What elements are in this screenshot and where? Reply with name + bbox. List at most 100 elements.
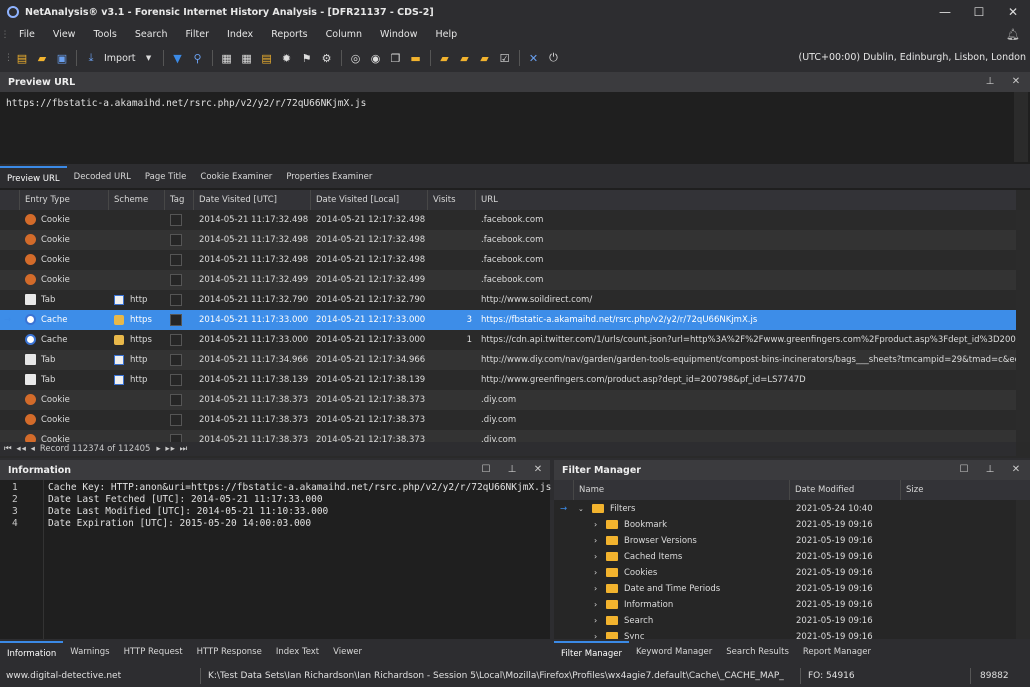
folder-edit-icon[interactable]: ▰ — [477, 50, 493, 66]
status-website[interactable]: www.digital-detective.net — [6, 665, 121, 687]
search-icon[interactable]: ⚲ — [190, 50, 206, 66]
table-row[interactable]: Tab http 2014-05-21 11:17:34.966 2014-05-21… — [0, 350, 1016, 370]
globe-icon[interactable]: ◎ — [348, 50, 364, 66]
table-row[interactable]: Tab http 2014-05-21 11:17:38.139 2014-05-21… — [0, 370, 1016, 390]
filter-tree-item[interactable]: › Browser Versions 2021-05-19 09:16 — [554, 533, 1016, 549]
tab-page-title[interactable]: Page Title — [138, 166, 194, 188]
tab-keyword-manager[interactable]: Keyword Manager — [629, 641, 719, 663]
wrench-icon[interactable]: ✕ — [526, 50, 542, 66]
tab-index-text[interactable]: Index Text — [269, 641, 326, 663]
close-panel-icon[interactable]: ✕ — [1006, 72, 1026, 92]
filter-float-icon[interactable]: ☐ — [954, 460, 974, 480]
notification-bell-icon[interactable]: 🔔︎ — [1006, 24, 1020, 46]
tag-checkbox[interactable] — [170, 234, 182, 246]
menu-reports[interactable]: Reports — [262, 24, 316, 46]
tab-filter-manager[interactable]: Filter Manager — [554, 641, 630, 663]
filter-tree-item[interactable]: › Bookmark 2021-05-19 09:16 — [554, 517, 1016, 533]
tag-checkbox[interactable] — [170, 354, 182, 366]
col-date-visited-local[interactable]: Date Visited [Local] — [311, 190, 428, 210]
pin-icon[interactable]: ⊥ — [980, 72, 1000, 92]
tag-checkbox[interactable] — [170, 414, 182, 426]
tag-checkbox[interactable] — [170, 394, 182, 406]
preview-url-text[interactable]: https://fbstatic-a.akamaihd.net/rsrc.php… — [6, 98, 366, 109]
maximize-button[interactable]: ☐ — [962, 0, 996, 24]
menu-file[interactable]: File — [10, 24, 44, 46]
tab-viewer[interactable]: Viewer — [326, 641, 369, 663]
tab-properties-examiner[interactable]: Properties Examiner — [279, 166, 379, 188]
menu-search[interactable]: Search — [126, 24, 177, 46]
tab-decoded-url[interactable]: Decoded URL — [67, 166, 138, 188]
table-row[interactable]: Cookie 2014-05-21 11:17:38.373 2014-05-21 … — [0, 390, 1016, 410]
save-icon[interactable]: ▣ — [54, 50, 70, 66]
filter-root-row[interactable]: → ⌄ Filters 2021-05-24 10:40 — [554, 501, 1016, 517]
settings-icon[interactable]: ✹ — [279, 50, 295, 66]
filter-tree-item[interactable]: › Information 2021-05-19 09:16 — [554, 597, 1016, 613]
table-row[interactable]: Tab http 2014-05-21 11:17:32.790 2014-05-21… — [0, 290, 1016, 310]
filter-tree-item[interactable]: › Date and Time Periods 2021-05-19 09:16 — [554, 581, 1016, 597]
import-icon[interactable]: ⤓ — [83, 50, 99, 66]
tag-checkbox[interactable] — [170, 214, 182, 226]
preview-scrollbar[interactable] — [1014, 92, 1028, 162]
table-row[interactable]: Cache https 2014-05-21 11:17:33.000 2014-05… — [0, 330, 1016, 350]
filter-tree-item[interactable]: › Search 2021-05-19 09:16 — [554, 613, 1016, 629]
filter-icon[interactable]: ▼ — [170, 50, 186, 66]
col-date-visited-utc[interactable]: Date Visited [UTC] — [194, 190, 311, 210]
tab-report-manager[interactable]: Report Manager — [796, 641, 878, 663]
expand-chevron-icon[interactable]: › — [594, 581, 597, 597]
tag-checkbox[interactable] — [170, 294, 182, 306]
calendar-icon[interactable]: ▦ — [239, 50, 255, 66]
copy-icon[interactable]: ❐ — [388, 50, 404, 66]
menu-column[interactable]: Column — [317, 24, 371, 46]
close-window-button[interactable]: ✕ — [996, 0, 1030, 24]
tag-checkbox[interactable] — [170, 314, 182, 326]
filter-tree-item[interactable]: › Cached Items 2021-05-19 09:16 — [554, 549, 1016, 565]
new-case-icon[interactable]: ▤ — [14, 50, 30, 66]
expand-chevron-icon[interactable]: › — [594, 613, 597, 629]
expand-chevron-icon[interactable]: › — [594, 549, 597, 565]
filter-scrollbar[interactable] — [1016, 500, 1030, 640]
col-visits[interactable]: Visits — [428, 190, 476, 210]
tools-icon[interactable]: ⚙ — [319, 50, 335, 66]
col-tag[interactable]: Tag — [165, 190, 194, 210]
tab-http-response[interactable]: HTTP Response — [190, 641, 269, 663]
export-icon[interactable]: ▬ — [408, 50, 424, 66]
collapse-chevron-icon[interactable]: ⌄ — [578, 501, 584, 517]
tab-preview-url[interactable]: Preview URL — [0, 166, 67, 188]
col-date-modified[interactable]: Date Modified — [790, 480, 901, 500]
menu-help[interactable]: Help — [427, 24, 467, 46]
col-name[interactable]: Name — [574, 480, 790, 500]
col-url[interactable]: URL — [476, 190, 1016, 210]
col-size[interactable]: Size — [901, 480, 1016, 500]
timezone-label[interactable]: (UTC+00:00) Dublin, Edinburgh, Lisbon, L… — [799, 46, 1027, 70]
power-icon[interactable]: ⏻ — [546, 50, 562, 66]
open-folder-icon[interactable]: ▰ — [34, 50, 50, 66]
tag-checkbox[interactable] — [170, 274, 182, 286]
info-float-icon[interactable]: ☐ — [476, 460, 496, 480]
menu-filter[interactable]: Filter — [177, 24, 219, 46]
nav-first-prev-icon[interactable]: ⏮ ◂◂ ◂ — [4, 444, 36, 454]
import-button[interactable]: Import — [104, 53, 136, 64]
folder-up-icon[interactable]: ▰ — [457, 50, 473, 66]
tab-information[interactable]: Information — [0, 641, 64, 663]
grid-view-icon[interactable]: ▦ — [219, 50, 235, 66]
table-row[interactable]: → Cache https 2014-05-21 11:17:33.000 2014-0… — [0, 310, 1016, 330]
table-row[interactable]: Cookie 2014-05-21 11:17:38.373 2014-05-21 … — [0, 410, 1016, 430]
table-row[interactable]: Cookie 2014-05-21 11:17:32.498 2014-05-21 … — [0, 250, 1016, 270]
minimize-button[interactable]: — — [928, 0, 962, 24]
filter-pin-icon[interactable]: ⊥ — [980, 460, 1000, 480]
menu-index[interactable]: Index — [218, 24, 262, 46]
expand-chevron-icon[interactable]: › — [594, 533, 597, 549]
menu-tools[interactable]: Tools — [84, 24, 125, 46]
info-pin-icon[interactable]: ⊥ — [502, 460, 522, 480]
nav-next-last-icon[interactable]: ▸ ▸▸ ⏭ — [156, 444, 188, 454]
tag-checkbox[interactable] — [170, 334, 182, 346]
web-search-icon[interactable]: ◉ — [368, 50, 384, 66]
folder-tag-icon[interactable]: ▰ — [437, 50, 453, 66]
table-row[interactable]: Cookie 2014-05-21 11:17:32.498 2014-05-21 … — [0, 210, 1016, 230]
tag-checkbox[interactable] — [170, 374, 182, 386]
checklist-icon[interactable]: ☑ — [497, 50, 513, 66]
filter-tree-item[interactable]: › Cookies 2021-05-19 09:16 — [554, 565, 1016, 581]
import-dropdown-icon[interactable]: ▼ — [141, 50, 157, 66]
expand-chevron-icon[interactable]: › — [594, 517, 597, 533]
tag-checkbox[interactable] — [170, 254, 182, 266]
